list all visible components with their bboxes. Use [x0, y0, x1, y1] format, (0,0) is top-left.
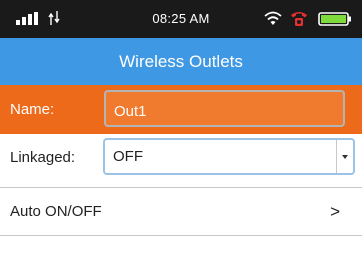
linkaged-row: Linkaged: OFF [0, 134, 362, 182]
name-label: Name: [10, 101, 55, 118]
auto-on-off-row[interactable]: Auto ON/OFF > [0, 189, 362, 234]
linkaged-label: Linkaged: [10, 149, 76, 166]
chevron-right-icon: > [330, 202, 340, 221]
app-screen: 08:25 AM Wireless Outlets Name: Out1 Lin… [0, 0, 362, 278]
row-divider [0, 187, 362, 188]
name-row: Name: Out1 [0, 85, 362, 134]
auto-on-off-label: Auto ON/OFF [10, 203, 102, 220]
linkaged-dropdown[interactable]: OFF [103, 138, 355, 175]
page-title: Wireless Outlets [119, 52, 243, 71]
battery-icon [318, 12, 351, 26]
wifi-icon [264, 11, 282, 25]
phone-alarm-icon [291, 12, 307, 26]
name-input[interactable]: Out1 [104, 90, 345, 127]
linkaged-selected-value: OFF [113, 148, 143, 165]
header-bar: Wireless Outlets [0, 38, 362, 85]
dropdown-arrow-icon[interactable] [336, 140, 353, 173]
status-bar: 08:25 AM [0, 0, 362, 38]
row-divider [0, 235, 362, 236]
